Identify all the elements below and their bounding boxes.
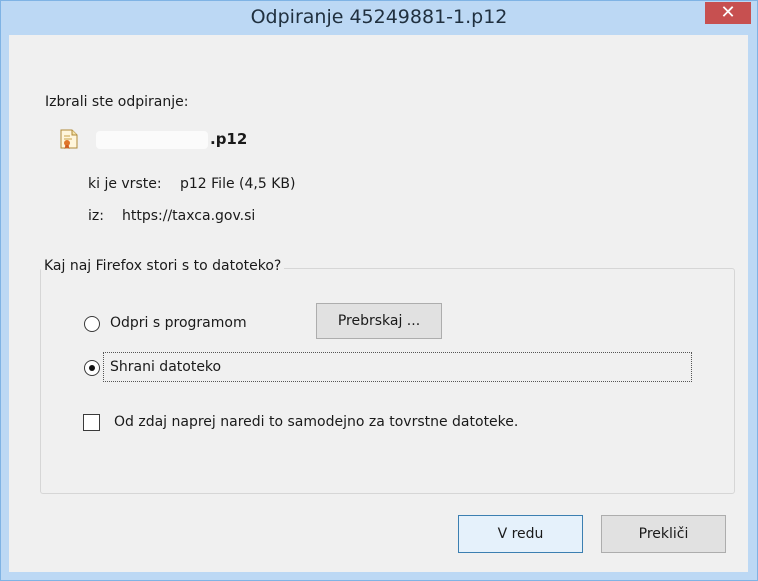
- window-title: Odpiranje 45249881-1.p12: [250, 6, 508, 28]
- radio-selected-dot: [89, 365, 95, 371]
- auto-action-checkbox[interactable]: [83, 414, 100, 431]
- file-name: .p12: [210, 130, 248, 148]
- redacted-filename: [96, 131, 208, 149]
- file-type-value: p12 File (4,5 KB): [180, 176, 296, 192]
- file-type-label: ki je vrste:: [88, 176, 162, 192]
- file-source-value: https://taxca.gov.si: [122, 208, 256, 224]
- browse-button[interactable]: Prebrskaj ...: [316, 303, 442, 339]
- close-button[interactable]: ✕: [705, 2, 751, 24]
- auto-action-label[interactable]: Od zdaj naprej naredi to samodejno za to…: [114, 414, 518, 430]
- ok-button[interactable]: V redu: [458, 515, 583, 553]
- action-group-legend: Kaj naj Firefox stori s to datoteko?: [41, 258, 285, 274]
- title-bar[interactable]: Odpiranje 45249881-1.p12 ✕: [1, 1, 757, 35]
- intro-text: Izbrali ste odpiranje:: [45, 94, 189, 110]
- save-file-label[interactable]: Shrani datoteko: [110, 359, 221, 375]
- open-with-label[interactable]: Odpri s programom: [110, 315, 247, 331]
- save-file-radio[interactable]: [84, 360, 100, 376]
- file-source-label: iz:: [88, 208, 104, 224]
- cancel-button[interactable]: Prekliči: [601, 515, 726, 553]
- open-with-radio[interactable]: [84, 316, 100, 332]
- certificate-file-icon: [60, 129, 78, 149]
